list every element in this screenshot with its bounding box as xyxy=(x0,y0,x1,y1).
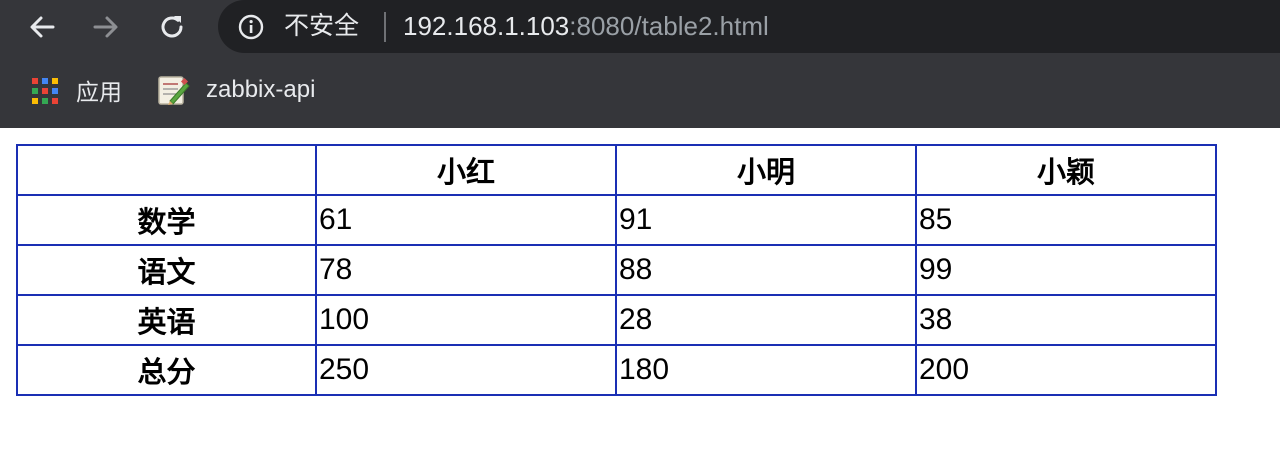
table-cell: 200 xyxy=(915,344,1217,396)
url-host: 192.168.1.103 xyxy=(403,11,570,41)
info-icon[interactable] xyxy=(238,14,264,40)
arrow-left-icon xyxy=(30,16,55,38)
table-cell: 100 xyxy=(315,294,617,346)
table-cell: 61 xyxy=(315,194,617,246)
forward-button[interactable] xyxy=(88,9,124,45)
scores-table: 小红 小明 小颖 数学 61 91 85 语文 78 88 99 英语 100 … xyxy=(16,144,1217,396)
table-cell: 28 xyxy=(615,294,917,346)
column-header: 小颖 xyxy=(915,144,1217,196)
row-header: 英语 xyxy=(16,294,317,346)
address-bar[interactable]: 不安全 192.168.1.103:8080/table2.html xyxy=(218,0,1280,53)
table-row: 总分 250 180 200 xyxy=(16,344,1217,396)
table-row: 英语 100 28 38 xyxy=(16,294,1217,346)
url-text[interactable]: 192.168.1.103:8080/table2.html xyxy=(403,10,769,42)
row-header: 语文 xyxy=(16,244,317,296)
table-cell: 38 xyxy=(915,294,1217,346)
bookmark-label: zabbix-api xyxy=(206,76,316,103)
bookmark-label: 应用 xyxy=(76,80,122,106)
table-row: 语文 78 88 99 xyxy=(16,244,1217,296)
browser-toolbar: 不安全 192.168.1.103:8080/table2.html xyxy=(0,0,1280,54)
security-label[interactable]: 不安全 xyxy=(284,11,359,41)
notepad-favicon-icon xyxy=(158,76,190,105)
omnibox-divider xyxy=(384,12,386,42)
back-button[interactable] xyxy=(24,9,60,45)
reload-icon xyxy=(161,16,183,38)
page-content: 小红 小明 小颖 数学 61 91 85 语文 78 88 99 英语 100 … xyxy=(16,144,1217,396)
bookmarks-bar: 应用 zabbix-api xyxy=(0,68,1280,112)
row-header: 总分 xyxy=(16,344,317,396)
table-row: 数学 61 91 85 xyxy=(16,194,1217,246)
row-header: 数学 xyxy=(16,194,317,246)
table-cell: 180 xyxy=(615,344,917,396)
table-cell: 88 xyxy=(615,244,917,296)
reload-button[interactable] xyxy=(154,9,190,45)
url-path: :8080/table2.html xyxy=(569,11,769,41)
column-header: 小明 xyxy=(615,144,917,196)
table-header-row: 小红 小明 小颖 xyxy=(16,144,1217,196)
arrow-right-icon xyxy=(93,16,118,38)
table-cell: 91 xyxy=(615,194,917,246)
column-header-corner xyxy=(16,144,317,196)
table-cell: 78 xyxy=(315,244,617,296)
table-cell: 85 xyxy=(915,194,1217,246)
table-cell: 99 xyxy=(915,244,1217,296)
table-cell: 250 xyxy=(315,344,617,396)
apps-grid-icon xyxy=(30,76,58,104)
bookmark-apps[interactable]: 应用 xyxy=(30,72,122,108)
browser-chrome: 不安全 192.168.1.103:8080/table2.html 应用 za… xyxy=(0,0,1280,128)
bookmark-zabbix-api[interactable]: zabbix-api xyxy=(156,72,315,108)
column-header: 小红 xyxy=(315,144,617,196)
